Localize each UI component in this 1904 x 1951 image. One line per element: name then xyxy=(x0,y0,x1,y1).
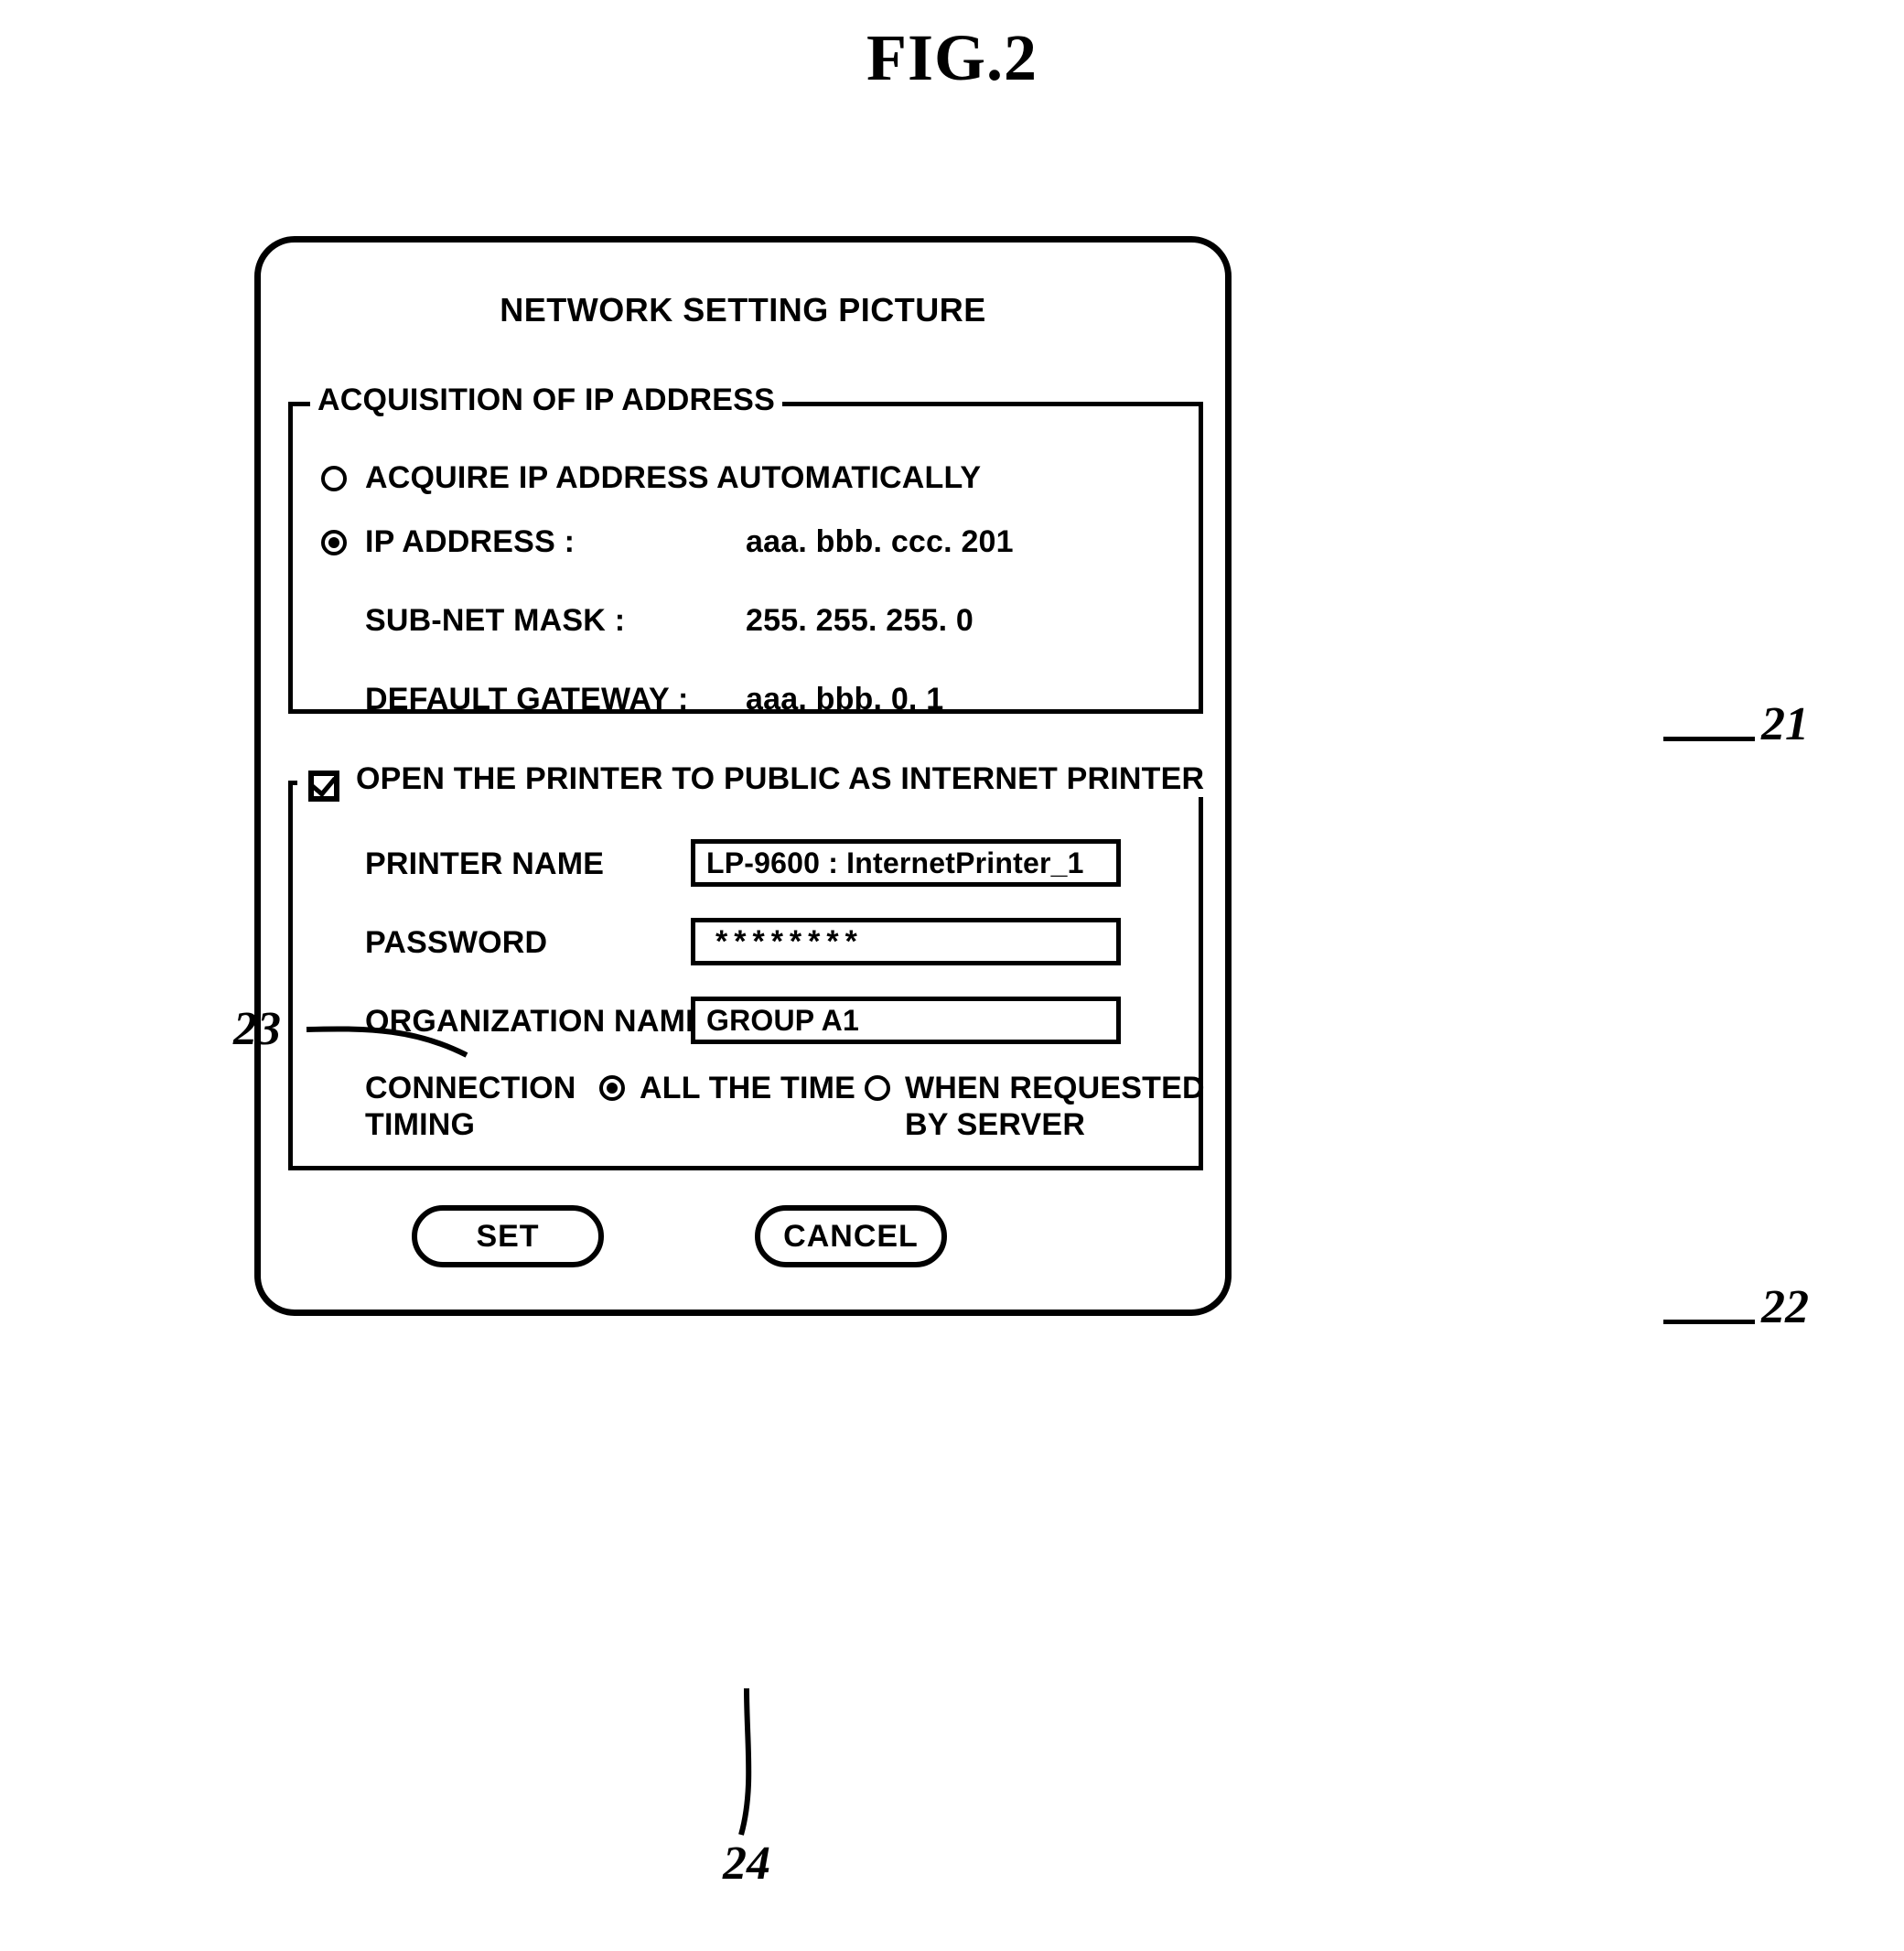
dialog-title: NETWORK SETTING PICTURE xyxy=(500,291,986,329)
value-subnet-mask: 255. 255. 255. 0 xyxy=(746,603,974,638)
label-default-gateway: DEFAULT GATEWAY : xyxy=(365,682,689,717)
figure-title: FIG.2 xyxy=(866,21,1038,94)
input-printer-name[interactable]: LP-9600 : InternetPrinter_1 xyxy=(691,839,1121,887)
field-row-default-gateway: DEFAULT GATEWAY : aaa. bbb. 0. 1 xyxy=(288,682,1203,722)
radio-label-all-the-time: ALL THE TIME xyxy=(640,1071,855,1105)
field-row-password: PASSWORD ******** xyxy=(288,918,1203,969)
radio-row-acquire-automatically[interactable]: ACQUIRE IP ADDRESS AUTOMATICALLY xyxy=(288,460,1203,501)
input-password[interactable]: ******** xyxy=(691,918,1121,965)
input-organization-name[interactable]: GROUP A1 xyxy=(691,997,1121,1044)
printer-group-legend: OPEN THE PRINTER TO PUBLIC AS INTERNET P… xyxy=(349,761,1212,797)
radio-when-requested-by-server[interactable] xyxy=(865,1075,890,1101)
checkmark-icon xyxy=(310,770,338,798)
radio-all-the-time[interactable] xyxy=(599,1075,625,1101)
radio-label-when-requested-by-server: WHEN REQUESTED BY SERVER xyxy=(905,1070,1205,1143)
label-connection-timing-line2: TIMING xyxy=(365,1107,476,1142)
reference-numeral-23: 23 xyxy=(233,1003,281,1055)
radio-acquire-automatically[interactable] xyxy=(321,466,347,491)
set-button[interactable]: SET xyxy=(412,1205,604,1267)
ip-acquisition-group: ACQUISITION OF IP ADDRESS ACQUIRE IP ADD… xyxy=(288,383,1203,717)
radio-label-ip-address: IP ADDRESS : xyxy=(365,524,576,559)
network-setting-dialog: NETWORK SETTING PICTURE ACQUISITION OF I… xyxy=(254,236,1232,1316)
value-ip-address: aaa. bbb. ccc. 201 xyxy=(746,524,1014,559)
radio-label-when-requested-line1: WHEN REQUESTED xyxy=(905,1071,1205,1105)
reference-numeral-24: 24 xyxy=(723,1838,770,1890)
label-printer-name: PRINTER NAME xyxy=(365,846,605,881)
value-default-gateway: aaa. bbb. 0. 1 xyxy=(746,682,944,717)
field-row-subnet-mask: SUB-NET MASK : 255. 255. 255. 0 xyxy=(288,603,1203,643)
radio-row-ip-address[interactable]: IP ADDRESS : aaa. bbb. ccc. 201 xyxy=(288,524,1203,565)
internet-printer-group: OPEN THE PRINTER TO PUBLIC AS INTERNET P… xyxy=(288,761,1212,1170)
ip-group-border-top-right xyxy=(738,402,1203,406)
label-password: PASSWORD xyxy=(365,925,548,960)
reference-numeral-21: 21 xyxy=(1761,698,1809,750)
printer-group-border-top-left xyxy=(288,781,297,785)
checkbox-open-printer-to-public[interactable] xyxy=(308,770,339,802)
ip-group-legend: ACQUISITION OF IP ADDRESS xyxy=(310,383,782,418)
leader-curve-24 xyxy=(738,1687,752,1836)
ip-group-border-top-left xyxy=(288,402,310,406)
radio-ip-address[interactable] xyxy=(321,530,347,555)
leader-curve-23 xyxy=(306,1026,468,1058)
cancel-button[interactable]: CANCEL xyxy=(755,1205,947,1267)
reference-numeral-22: 22 xyxy=(1761,1281,1809,1333)
leader-line-22 xyxy=(1663,1320,1755,1324)
radio-label-acquire-automatically: ACQUIRE IP ADDRESS AUTOMATICALLY xyxy=(365,460,982,495)
label-subnet-mask: SUB-NET MASK : xyxy=(365,603,626,638)
radio-label-when-requested-line2: BY SERVER xyxy=(905,1107,1086,1142)
leader-line-21 xyxy=(1663,737,1755,741)
field-row-printer-name: PRINTER NAME LP-9600 : InternetPrinter_1 xyxy=(288,839,1203,890)
